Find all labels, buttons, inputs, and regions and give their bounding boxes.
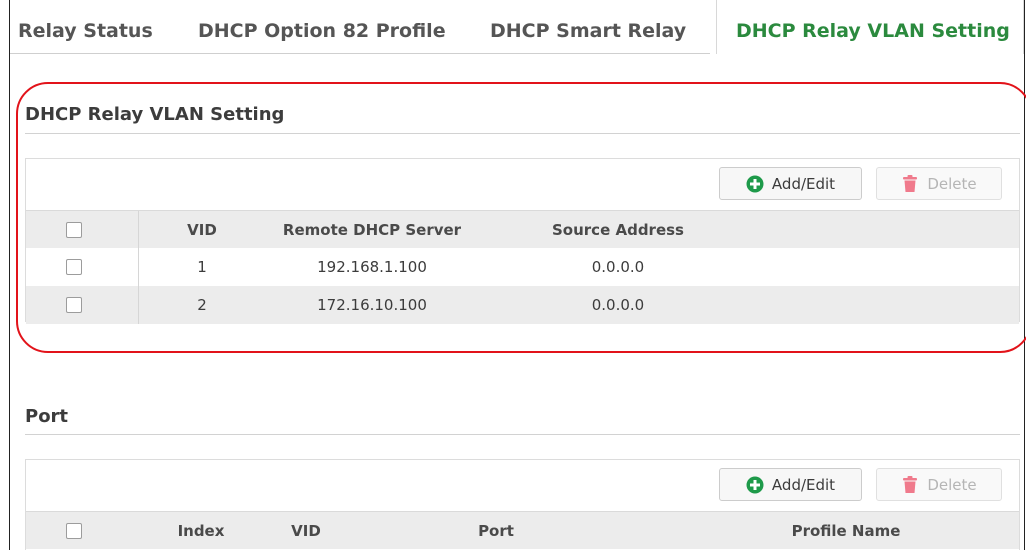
add-circle-icon xyxy=(746,175,764,193)
trash-icon xyxy=(901,476,919,494)
port-add-edit-button[interactable]: Add/Edit xyxy=(719,468,862,501)
trash-icon xyxy=(901,175,919,193)
vlan-select-all-checkbox[interactable] xyxy=(66,222,82,238)
column-divider xyxy=(138,211,139,248)
vlan-section-divider xyxy=(25,133,1020,134)
row-vid: 2 xyxy=(197,296,207,314)
vlan-add-edit-button[interactable]: Add/Edit xyxy=(719,167,862,200)
vlan-delete-button[interactable]: Delete xyxy=(876,167,1002,200)
tab-dhcp-smart-relay[interactable]: DHCP Smart Relay xyxy=(490,0,686,54)
row-source-address: 0.0.0.0 xyxy=(591,296,645,314)
port-delete-button[interactable]: Delete xyxy=(876,468,1002,501)
frame-right-border xyxy=(1024,0,1025,550)
port-col-index: Index xyxy=(177,522,225,540)
port-col-port: Port xyxy=(478,522,514,540)
port-col-vid: VID xyxy=(291,522,321,540)
port-table-panel: Add/Edit Delete Index VID Port Profile N… xyxy=(25,459,1020,550)
port-delete-label: Delete xyxy=(927,475,977,494)
row-checkbox[interactable] xyxy=(66,259,82,275)
vlan-table-header: VID Remote DHCP Server Source Address xyxy=(26,210,1019,248)
row-remote-server: 172.16.10.100 xyxy=(317,296,427,314)
table-row: 2 172.16.10.100 0.0.0.0 xyxy=(26,286,1019,324)
vlan-add-edit-label: Add/Edit xyxy=(771,174,836,193)
tab-dhcp-option82-profile[interactable]: DHCP Option 82 Profile xyxy=(198,0,446,54)
column-divider xyxy=(138,248,139,286)
row-source-address: 0.0.0.0 xyxy=(591,258,645,276)
port-add-edit-label: Add/Edit xyxy=(771,475,836,494)
port-select-all-checkbox[interactable] xyxy=(66,523,82,539)
row-checkbox[interactable] xyxy=(66,297,82,313)
tab-bar: Relay Status DHCP Option 82 Profile DHCP… xyxy=(10,0,1024,54)
port-table-header: Index VID Port Profile Name xyxy=(26,511,1019,549)
port-section-title: Port xyxy=(25,406,69,427)
tab-relay-status[interactable]: Relay Status xyxy=(18,0,153,54)
vlan-delete-label: Delete xyxy=(927,174,977,193)
row-remote-server: 192.168.1.100 xyxy=(317,258,427,276)
column-divider xyxy=(138,286,139,324)
vlan-col-remote-server: Remote DHCP Server xyxy=(282,221,462,239)
port-col-profile-name: Profile Name xyxy=(791,522,901,540)
vlan-section-title: DHCP Relay VLAN Setting xyxy=(25,104,285,125)
vlan-col-vid: VID xyxy=(187,221,217,239)
row-vid: 1 xyxy=(197,258,207,276)
frame-left-border xyxy=(9,0,10,550)
add-circle-icon xyxy=(746,476,764,494)
port-section-divider xyxy=(25,434,1020,435)
vlan-table-panel: Add/Edit Delete VID Remote DHCP Server S… xyxy=(25,158,1020,324)
tab-dhcp-relay-vlan-setting[interactable]: DHCP Relay VLAN Setting xyxy=(736,0,1010,54)
table-row: 1 192.168.1.100 0.0.0.0 xyxy=(26,248,1019,286)
vlan-col-source-address: Source Address xyxy=(552,221,684,239)
